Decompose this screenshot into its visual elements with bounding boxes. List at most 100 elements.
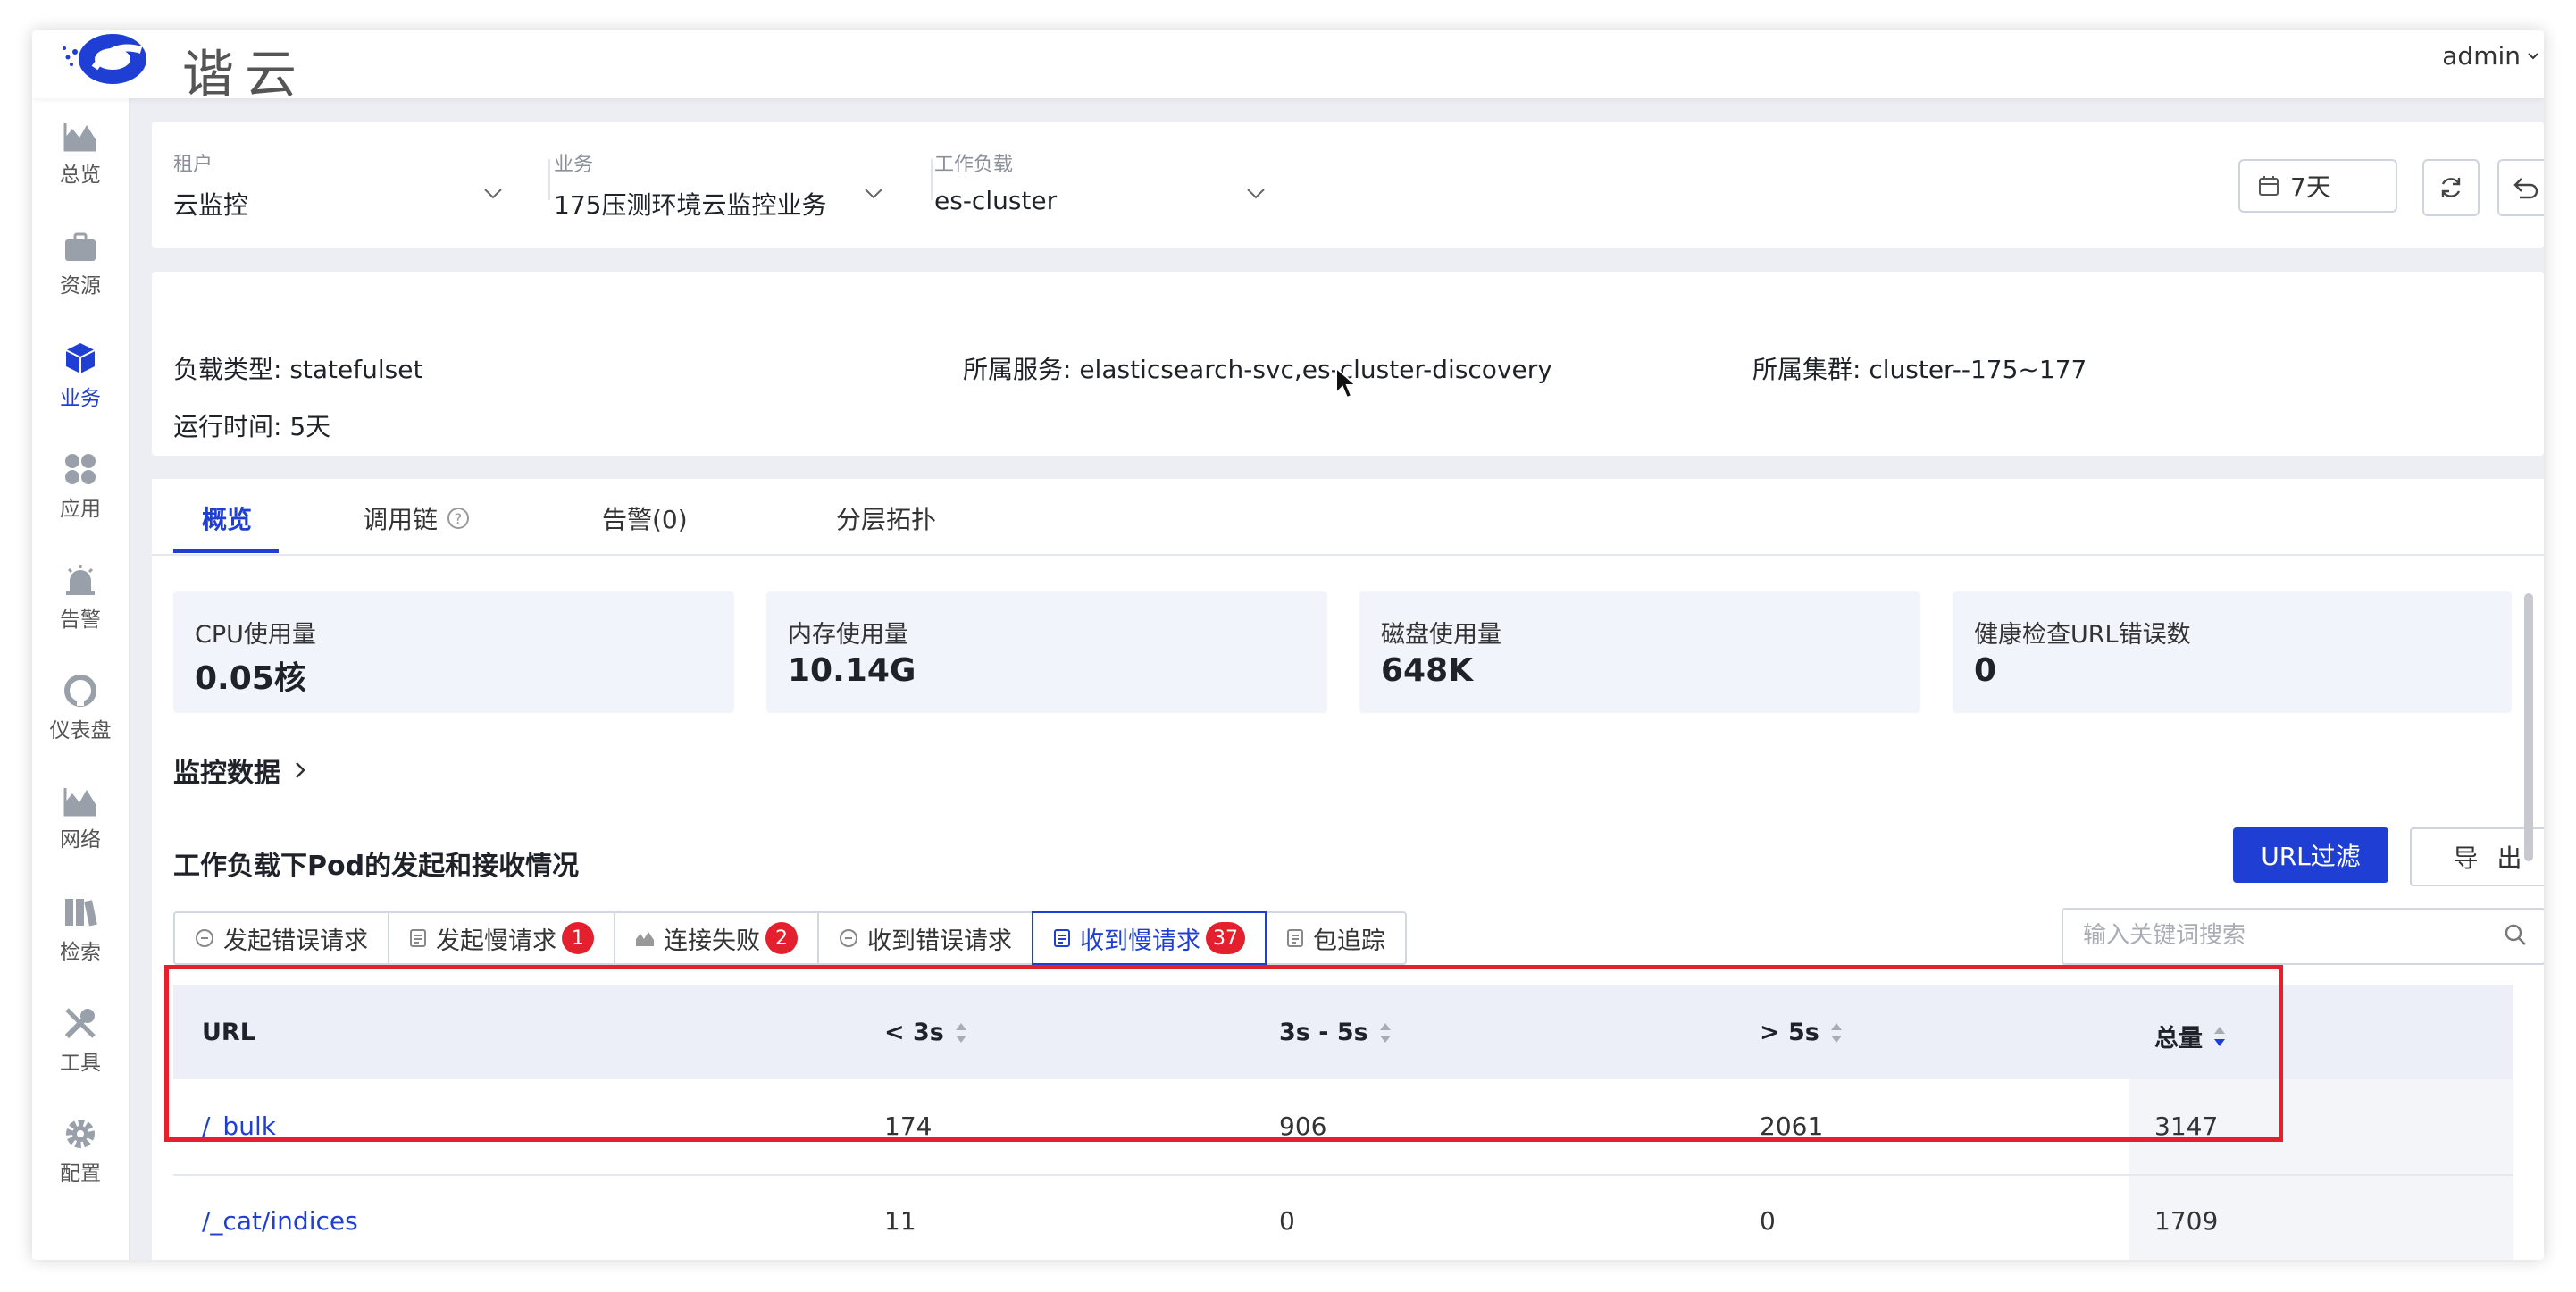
segment-packet-trace[interactable]: 包追踪 (1265, 911, 1407, 965)
sidebar-item-business[interactable]: 业务 (32, 327, 129, 425)
gear-icon (66, 1120, 95, 1148)
3s-5s-count: 0 (1279, 1206, 1295, 1236)
tab-trace[interactable]: 调用链 ? (363, 500, 470, 536)
clock-icon (196, 929, 213, 947)
3s-5s-count: 906 (1279, 1112, 1327, 1141)
tab-overview[interactable]: 概览 (202, 500, 252, 536)
sidebar-item-label: 仪表盘 (49, 719, 112, 742)
tab-label: 分层拓扑 (836, 505, 937, 534)
table-row: /_cat/indices 11 0 0 1709 (173, 1174, 2513, 1260)
sidebar-item-label: 检索 (60, 941, 101, 964)
workload-label: 工作负载 (934, 154, 1014, 176)
section-title: 监控数据 (173, 758, 280, 789)
sidebar-item-resources[interactable]: 资源 (32, 216, 129, 315)
search-input[interactable] (2081, 910, 2478, 961)
keyword-search (2062, 908, 2544, 965)
tab-alerts[interactable]: 告警(0) (602, 500, 688, 536)
tenant-select[interactable]: 租户 云监控 (173, 148, 248, 222)
monitor-data-link[interactable]: 监控数据 (173, 751, 307, 790)
active-tab-indicator (173, 549, 279, 553)
filter-panel: 租户 云监控 业务 175压测环境云监控业务 工作负载 es-cluster 7… (152, 122, 2544, 248)
tab-label: 概览 (202, 505, 253, 534)
back-button[interactable] (2497, 159, 2544, 216)
gt5s-count: 0 (1760, 1206, 1776, 1236)
segment-connection-failures[interactable]: 连接失败 2 (614, 911, 819, 965)
user-menu[interactable]: admin (2442, 41, 2540, 71)
back-arrow-icon (2513, 178, 2538, 199)
segment-incoming-slow[interactable]: 收到慢请求 37 (1032, 911, 1267, 965)
lt3s-count: 174 (884, 1112, 933, 1141)
count-badge: 2 (765, 922, 798, 954)
sidebar-item-search[interactable]: 检索 (32, 881, 129, 979)
sidebar-item-alerts[interactable]: 告警 (32, 549, 129, 647)
chevron-down-icon[interactable] (863, 186, 884, 200)
metric-label: 内存使用量 (788, 621, 908, 649)
chevron-down-icon[interactable] (1245, 186, 1267, 200)
column-header-gt5s[interactable]: > 5s (1760, 1019, 1843, 1046)
vertical-scrollbar[interactable] (2524, 593, 2533, 861)
request-type-segments: 发起错误请求 发起慢请求 1 连接失败 2 收到错误请求 收到慢请求 37 包追… (173, 911, 1407, 965)
mouse-cursor-icon (1335, 366, 1358, 399)
time-range-picker[interactable]: 7天 (2238, 159, 2397, 213)
total-count: 3147 (2154, 1112, 2219, 1141)
business-select[interactable]: 业务 175压测环境云监控业务 (554, 148, 826, 222)
sidebar-item-label: 资源 (60, 274, 101, 298)
sort-icon[interactable] (1830, 1021, 1843, 1045)
segment-outgoing-slow[interactable]: 发起慢请求 1 (388, 911, 615, 965)
refresh-button[interactable] (2422, 159, 2480, 216)
network-icon (63, 788, 96, 817)
time-range-value: 7天 (2290, 172, 2331, 202)
chevron-down-icon[interactable] (482, 186, 504, 200)
sidebar-item-network[interactable]: 网络 (32, 770, 129, 868)
sidebar-item-overview[interactable]: 总览 (32, 105, 129, 204)
segment-label: 发起错误请求 (223, 927, 368, 955)
segment-incoming-errors[interactable]: 收到错误请求 (817, 911, 1033, 965)
sidebar-item-label: 工具 (60, 1052, 101, 1075)
sort-icon[interactable] (955, 1021, 967, 1045)
sidebar-item-tools[interactable]: 工具 (32, 992, 129, 1090)
column-label: 总量 (2154, 1025, 2203, 1053)
total-count: 1709 (2154, 1206, 2219, 1236)
workload-services: 所属服务: elasticsearch-svc,es-cluster-disco… (963, 355, 1552, 384)
tab-label: 调用链 (363, 505, 439, 534)
sidebar-item-label: 业务 (60, 387, 101, 410)
tools-icon (64, 1008, 96, 1039)
metric-label: 磁盘使用量 (1381, 621, 1501, 649)
sidebar-item-apps[interactable]: 应用 (32, 438, 129, 536)
column-header-lt3s[interactable]: < 3s (884, 1019, 967, 1046)
refresh-icon (2441, 178, 2461, 197)
sort-descending-icon[interactable] (2213, 1025, 2226, 1048)
sidebar-item-dashboard[interactable]: 仪表盘 (32, 659, 129, 758)
sort-icon[interactable] (1379, 1021, 1392, 1045)
count-badge: 37 (1206, 922, 1245, 954)
column-header-3s-5s[interactable]: 3s - 5s (1279, 1019, 1392, 1046)
sidebar-item-settings[interactable]: 配置 (32, 1103, 129, 1201)
segment-outgoing-errors[interactable]: 发起错误请求 (173, 911, 389, 965)
divider (548, 159, 550, 200)
url-link[interactable]: /_cat/indices (202, 1206, 358, 1236)
search-books-icon (65, 899, 97, 927)
chevron-right-icon (296, 762, 305, 778)
metric-card-cpu: CPU使用量 0.05核 (173, 591, 734, 713)
segment-label: 收到错误请求 (867, 927, 1012, 955)
column-header-url: URL (202, 1019, 255, 1046)
segment-label: 包追踪 (1313, 927, 1385, 955)
column-label: 3s - 5s (1279, 1019, 1368, 1046)
calendar-icon (2259, 176, 2279, 196)
column-header-total[interactable]: 总量 (2154, 1019, 2226, 1053)
clock-icon (840, 929, 857, 947)
url-filter-button[interactable]: URL过滤 (2233, 827, 2388, 883)
segment-label: 连接失败 (664, 927, 760, 955)
document-icon (1287, 929, 1303, 947)
workload-select[interactable]: 工作负载 es-cluster (934, 148, 1057, 215)
workload-info-panel: 负载类型: statefulset 所属服务: elasticsearch-sv… (152, 272, 2544, 456)
help-icon[interactable]: ? (447, 507, 470, 530)
metric-card-memory: 内存使用量 10.14G (766, 591, 1327, 713)
search-icon[interactable] (2503, 922, 2528, 947)
url-link[interactable]: /_bulk (202, 1112, 276, 1141)
brand-logo: 谐云 (48, 30, 316, 105)
tab-topology[interactable]: 分层拓扑 (836, 500, 936, 536)
sidebar-item-label: 配置 (60, 1162, 101, 1186)
alarm-icon (66, 565, 95, 595)
area-chart-icon (63, 123, 96, 152)
